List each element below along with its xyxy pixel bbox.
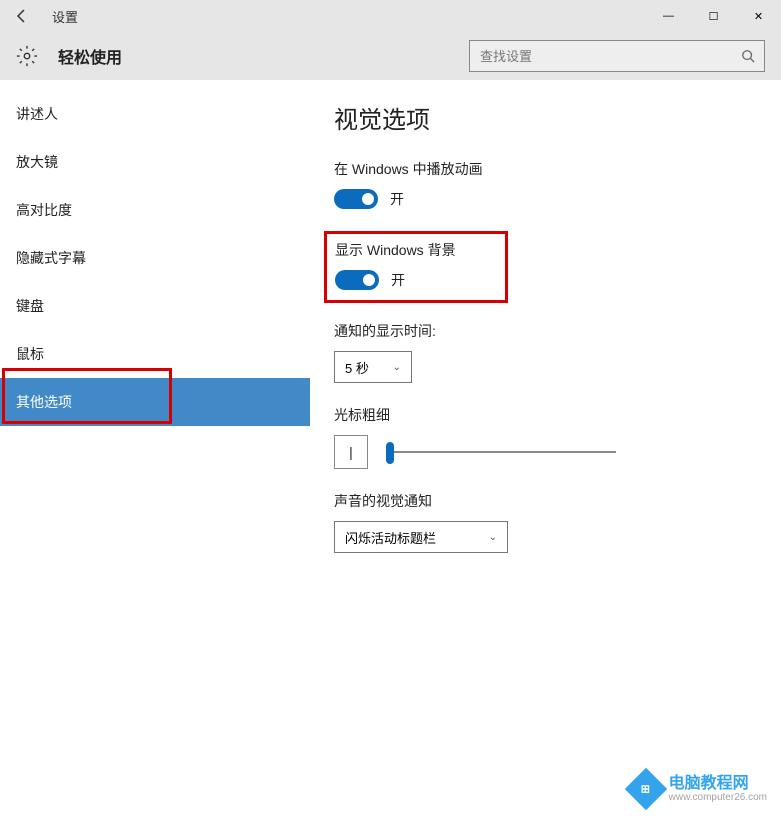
gear-icon <box>16 45 38 67</box>
sidebar-item-captions[interactable]: 隐藏式字幕 <box>0 234 310 282</box>
select-value: 5 秒 <box>345 358 369 377</box>
setting-label: 通知的显示时间: <box>334 321 757 341</box>
header: 轻松使用 <box>0 32 781 80</box>
sidebar-item-highcontrast[interactable]: 高对比度 <box>0 186 310 234</box>
highlight-box-background: 显示 Windows 背景 开 <box>324 231 508 303</box>
sound-visual-select[interactable]: 闪烁活动标题栏 ⌄ <box>334 521 508 553</box>
search-input[interactable] <box>470 49 732 64</box>
maximize-button[interactable]: ☐ <box>691 0 736 32</box>
setting-cursor-thickness: 光标粗细 | <box>334 405 757 469</box>
toggle-state-text: 开 <box>390 189 404 209</box>
sidebar-item-label: 讲述人 <box>16 104 58 124</box>
setting-notification-duration: 通知的显示时间: 5 秒 ⌄ <box>334 321 757 383</box>
slider-thumb[interactable] <box>386 442 394 464</box>
sidebar-item-magnifier[interactable]: 放大镜 <box>0 138 310 186</box>
background-toggle[interactable] <box>335 270 379 290</box>
chevron-down-icon: ⌄ <box>393 362 401 373</box>
sidebar-item-label: 隐藏式字幕 <box>16 248 86 268</box>
toggle-state-text: 开 <box>391 270 405 290</box>
titlebar: 设置 — ☐ ✕ <box>0 0 781 32</box>
setting-sound-visual: 声音的视觉通知 闪烁活动标题栏 ⌄ <box>334 491 757 553</box>
back-button[interactable] <box>12 6 32 26</box>
sidebar-item-narrator[interactable]: 讲述人 <box>0 90 310 138</box>
animations-toggle[interactable] <box>334 189 378 209</box>
watermark-logo-icon: ⊞ <box>624 768 666 810</box>
cursor-preview: | <box>334 435 368 469</box>
search-box[interactable] <box>469 40 765 72</box>
sidebar-item-label: 其他选项 <box>16 392 72 412</box>
page-title: 视觉选项 <box>334 100 757 135</box>
notification-duration-select[interactable]: 5 秒 ⌄ <box>334 351 412 383</box>
window-controls: — ☐ ✕ <box>646 0 781 32</box>
sidebar-item-label: 鼠标 <box>16 344 44 364</box>
watermark-url: www.computer26.com <box>669 792 767 803</box>
sidebar-item-label: 键盘 <box>16 296 44 316</box>
setting-label: 在 Windows 中播放动画 <box>334 159 757 179</box>
setting-label: 声音的视觉通知 <box>334 491 757 511</box>
sidebar: 讲述人 放大镜 高对比度 隐藏式字幕 键盘 鼠标 其他选项 <box>0 80 310 816</box>
sidebar-item-mouse[interactable]: 鼠标 <box>0 330 310 378</box>
sidebar-item-label: 高对比度 <box>16 200 72 220</box>
watermark-brand: 电脑教程网 <box>669 776 767 792</box>
setting-label: 显示 Windows 背景 <box>335 240 497 260</box>
sidebar-item-label: 放大镜 <box>16 152 58 172</box>
sidebar-item-other[interactable]: 其他选项 <box>0 378 310 426</box>
setting-label: 光标粗细 <box>334 405 757 425</box>
content: 讲述人 放大镜 高对比度 隐藏式字幕 键盘 鼠标 其他选项 视觉选项 在 Win… <box>0 80 781 816</box>
watermark: ⊞ 电脑教程网 www.computer26.com <box>631 774 767 804</box>
main-panel: 视觉选项 在 Windows 中播放动画 开 显示 Windows 背景 开 通… <box>310 80 781 816</box>
window-title: 设置 <box>52 7 78 26</box>
cursor-thickness-slider[interactable] <box>386 440 616 464</box>
close-button[interactable]: ✕ <box>736 0 781 32</box>
minimize-button[interactable]: — <box>646 0 691 32</box>
search-icon[interactable] <box>732 40 764 72</box>
category-title: 轻松使用 <box>58 44 122 68</box>
setting-animations: 在 Windows 中播放动画 开 <box>334 159 757 209</box>
sidebar-item-keyboard[interactable]: 键盘 <box>0 282 310 330</box>
slider-track <box>386 451 616 453</box>
select-value: 闪烁活动标题栏 <box>345 528 436 547</box>
chevron-down-icon: ⌄ <box>489 532 497 543</box>
